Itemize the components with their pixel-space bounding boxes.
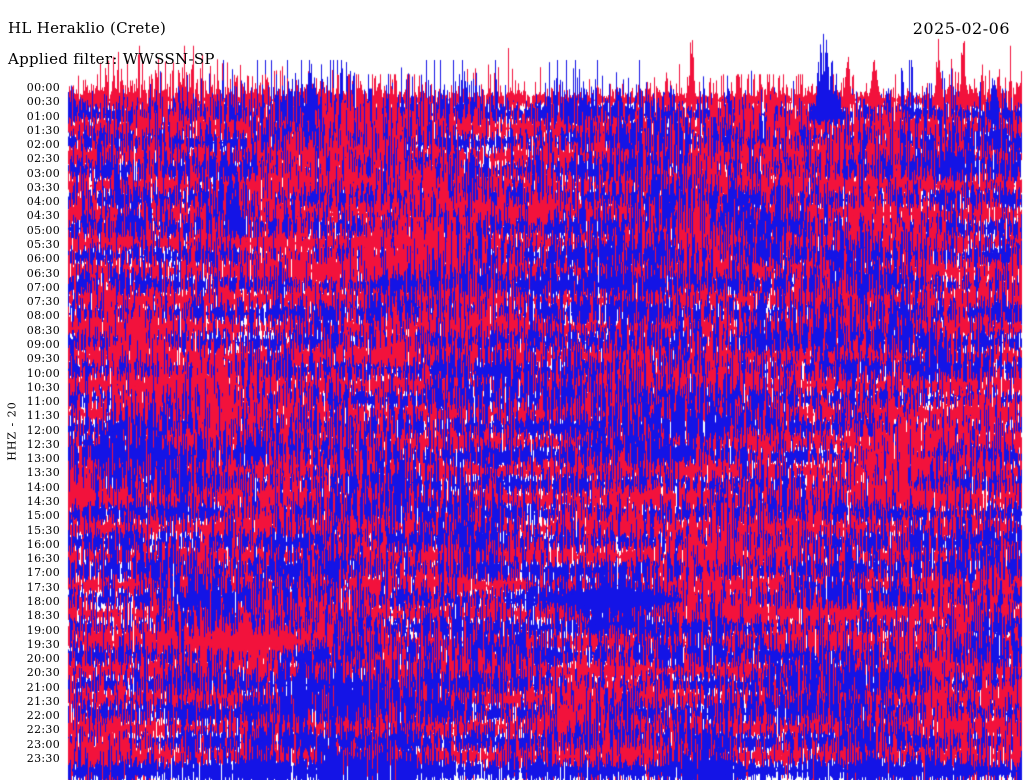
time-label: 07:00 xyxy=(26,280,60,294)
time-label: 07:30 xyxy=(26,295,60,309)
time-label: 13:30 xyxy=(26,466,60,480)
time-label: 22:00 xyxy=(26,709,60,723)
time-label: 11:00 xyxy=(26,395,60,409)
time-label: 02:00 xyxy=(26,138,60,152)
time-label: 15:00 xyxy=(26,509,60,523)
time-label: 08:30 xyxy=(26,323,60,337)
time-label: 14:30 xyxy=(26,495,60,509)
date-label: 2025-02-06 xyxy=(912,19,1010,38)
time-label: 00:00 xyxy=(26,81,60,94)
time-label: 10:30 xyxy=(26,380,60,394)
time-label: 20:00 xyxy=(26,652,60,666)
time-label: 17:30 xyxy=(26,580,60,594)
time-label: 12:00 xyxy=(26,423,60,437)
time-axis: 00:00 00:30 01:00 01:30 02:00 02:30 03:00 03:30… xyxy=(0,0,62,780)
time-label: 11:30 xyxy=(26,409,60,423)
time-label: 20:30 xyxy=(26,666,60,680)
helicorder-page: HL Heraklio (Crete) Applied filter: WWSS… xyxy=(0,0,1024,780)
time-label: 21:00 xyxy=(26,680,60,694)
time-label: 00:30 xyxy=(26,95,60,109)
time-label: 18:00 xyxy=(26,594,60,608)
time-label: 03:30 xyxy=(26,180,60,194)
time-label: 19:00 xyxy=(26,623,60,637)
time-label: 22:30 xyxy=(26,723,60,737)
time-label: 18:30 xyxy=(26,609,60,623)
time-label: 09:00 xyxy=(26,337,60,351)
time-label: 01:00 xyxy=(26,109,60,123)
time-label: 21:30 xyxy=(26,694,60,708)
time-label: 04:00 xyxy=(26,195,60,209)
time-label: 05:30 xyxy=(26,238,60,252)
time-label: 23:30 xyxy=(26,752,60,766)
time-label: 10:00 xyxy=(26,366,60,380)
time-label: 03:00 xyxy=(26,166,60,180)
time-label: 15:30 xyxy=(26,523,60,537)
time-label: 06:00 xyxy=(26,252,60,266)
time-label: 19:30 xyxy=(26,637,60,651)
time-label: 14:00 xyxy=(26,480,60,494)
time-label: 13:00 xyxy=(26,452,60,466)
time-label: 02:30 xyxy=(26,152,60,166)
time-label: 04:30 xyxy=(26,209,60,223)
time-label: 05:00 xyxy=(26,223,60,237)
time-label: 16:30 xyxy=(26,552,60,566)
time-label: 01:30 xyxy=(26,123,60,137)
time-label: 09:30 xyxy=(26,352,60,366)
time-label: 08:00 xyxy=(26,309,60,323)
time-label: 06:30 xyxy=(26,266,60,280)
time-label: 17:00 xyxy=(26,566,60,580)
seismogram-trace-canvas xyxy=(0,0,1024,780)
time-label: 23:00 xyxy=(26,737,60,751)
time-label: 16:00 xyxy=(26,537,60,551)
time-label: 12:30 xyxy=(26,437,60,451)
